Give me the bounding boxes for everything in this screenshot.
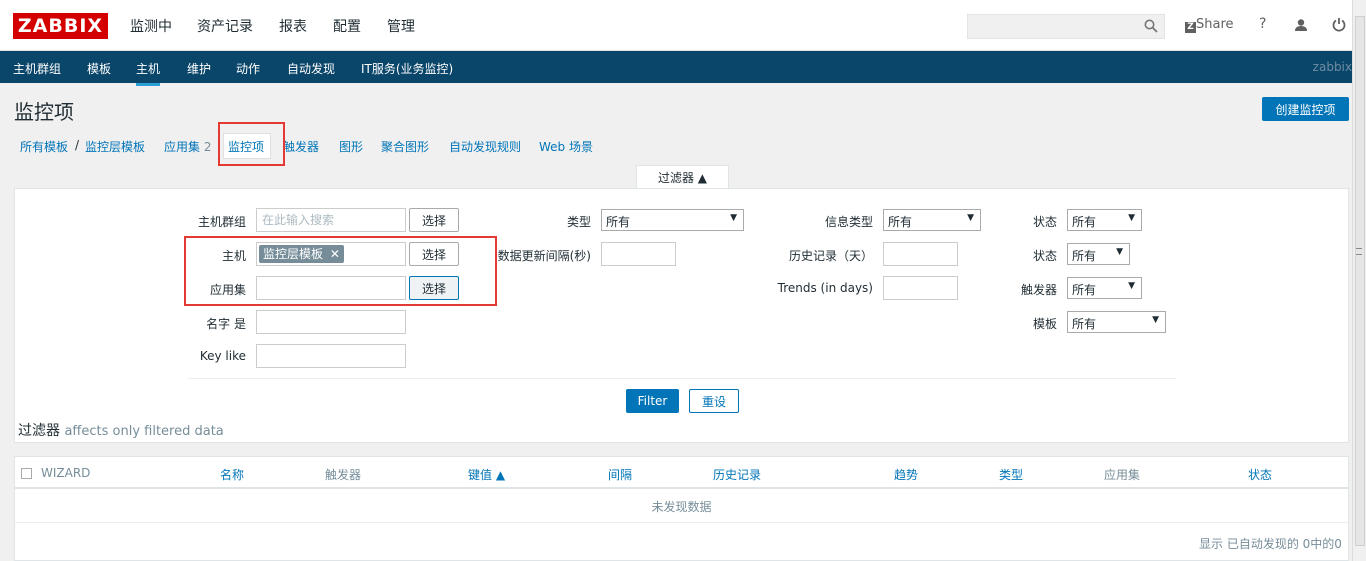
menu-monitoring[interactable]: 监测中 [130, 16, 172, 36]
column-key[interactable]: 键值 ▲ [468, 466, 505, 483]
breadcrumb-applications[interactable]: 应用集 2 [164, 138, 211, 155]
user-profile-icon[interactable] [1294, 18, 1308, 32]
interval-label: 数据更新间隔(秒) [497, 249, 591, 263]
column-status[interactable]: 状态 [1248, 466, 1272, 483]
subnav-maintenance[interactable]: 维护 [187, 60, 211, 77]
share-icon: Z [1185, 22, 1196, 33]
type-label: 类型 [566, 215, 591, 229]
items-table: WIZARD 名称 触发器 键值 ▲ 间隔 历史记录 趋势 类型 应用集 状态 … [14, 456, 1349, 561]
help-icon[interactable]: ? [1259, 16, 1266, 32]
breadcrumb-discovery-rules[interactable]: 自动发现规则 [449, 138, 521, 155]
trends-input[interactable] [883, 276, 958, 300]
breadcrumb-triggers[interactable]: 触发器 [283, 138, 319, 155]
paging-info: 显示 已自动发现的 0中的0 [1199, 537, 1342, 551]
column-history[interactable]: 历史记录 [713, 466, 761, 483]
scrollbar-grip-icon [1356, 248, 1362, 255]
host-group-label: 主机群组 [197, 215, 246, 229]
zabbix-logo[interactable]: ZABBIX [13, 13, 108, 39]
template-select[interactable]: 所有 ▼ [1067, 311, 1166, 333]
highlight-box-items-tab [218, 122, 285, 166]
column-type[interactable]: 类型 [999, 466, 1023, 483]
apply-filter-button[interactable]: Filter [626, 389, 679, 413]
state-label: 状态 [1032, 249, 1057, 263]
name-label: 名字 是 [206, 317, 246, 331]
column-wizard: WIZARD [41, 466, 91, 480]
subnav-server-name: zabbix [1312, 60, 1352, 74]
key-label: Key like [199, 349, 246, 363]
state-select[interactable]: 所有 ▼ [1067, 243, 1130, 265]
no-data-message: 未发现数据 [15, 491, 1348, 523]
history-input[interactable] [883, 242, 958, 266]
logout-icon[interactable] [1332, 17, 1346, 32]
info-type-label: 信息类型 [824, 215, 873, 229]
sub-navigation: 主机群组 模板 主机 维护 动作 自动发现 IT服务(业务监控) zabbix [0, 51, 1352, 86]
chevron-down-icon: ▼ [730, 213, 737, 223]
filter-note: 过滤器 affects only filtered data [18, 423, 224, 439]
subnav-templates[interactable]: 模板 [87, 60, 111, 77]
page-scrollbar[interactable] [1352, 0, 1366, 561]
subnav-hosts[interactable]: 主机 [136, 60, 161, 86]
triggers-select[interactable]: 所有 ▼ [1067, 277, 1142, 299]
share-link[interactable]: Z Share [1185, 17, 1234, 33]
subnav-actions[interactable]: 动作 [236, 60, 260, 77]
column-interval[interactable]: 间隔 [608, 466, 632, 483]
type-select[interactable]: 所有 ▼ [601, 209, 744, 231]
create-item-button[interactable]: 创建监控项 [1262, 97, 1349, 121]
column-applications: 应用集 [1104, 468, 1141, 482]
interval-input[interactable] [601, 242, 676, 266]
breadcrumb-graphs[interactable]: 图形 [339, 138, 363, 155]
page-title: 监控项 [14, 100, 74, 124]
chevron-down-icon: ▼ [1152, 315, 1159, 325]
chevron-down-icon: ▼ [967, 213, 974, 223]
top-header: ZABBIX 监测中 资产记录 报表 配置 管理 Z Share ? [0, 0, 1352, 51]
subnav-discovery[interactable]: 自动发现 [287, 60, 335, 77]
history-label: 历史记录（天） [788, 249, 873, 263]
filter-divider [188, 378, 1176, 379]
status-label: 状态 [1032, 215, 1057, 229]
column-name[interactable]: 名称 [220, 466, 244, 483]
info-type-select[interactable]: 所有 ▼ [883, 209, 981, 231]
chevron-down-icon: ▼ [1128, 281, 1135, 291]
breadcrumb-screens[interactable]: 聚合图形 [381, 138, 429, 155]
filter-toggle-tab[interactable]: 过滤器 ▲ [636, 165, 729, 189]
breadcrumb-all-templates[interactable]: 所有模板 [20, 138, 68, 155]
template-label: 模板 [1032, 317, 1057, 331]
menu-inventory[interactable]: 资产记录 [197, 16, 253, 36]
breadcrumb-web-scenarios[interactable]: Web 场景 [539, 138, 593, 155]
name-input[interactable] [256, 310, 406, 334]
subnav-host-groups[interactable]: 主机群组 [13, 60, 61, 77]
menu-reports[interactable]: 报表 [279, 16, 307, 36]
breadcrumb-separator: / [75, 138, 80, 152]
triggers-label: 触发器 [1020, 283, 1057, 297]
menu-configuration[interactable]: 配置 [333, 16, 361, 36]
select-all-checkbox[interactable] [21, 468, 32, 479]
trends-label: Trends (in days) [777, 281, 873, 295]
scrollbar-thumb[interactable] [1355, 16, 1365, 546]
reset-filter-button[interactable]: 重设 [689, 389, 739, 413]
global-search-input[interactable] [967, 14, 1165, 39]
table-header: WIZARD 名称 触发器 键值 ▲ 间隔 历史记录 趋势 类型 应用集 状态 [15, 457, 1348, 489]
subnav-it-services[interactable]: IT服务(业务监控) [361, 60, 453, 77]
applications-count: 2 [203, 140, 212, 154]
chevron-down-icon: ▼ [1128, 213, 1135, 223]
column-trends[interactable]: 趋势 [894, 466, 918, 483]
host-group-input[interactable] [256, 208, 406, 232]
key-input[interactable] [256, 344, 406, 368]
status-select[interactable]: 所有 ▼ [1067, 209, 1142, 231]
chevron-down-icon: ▼ [1116, 247, 1123, 257]
host-group-select-button[interactable]: 选择 [409, 208, 459, 232]
search-icon[interactable] [1144, 19, 1158, 33]
column-triggers: 触发器 [325, 468, 362, 482]
menu-administration[interactable]: 管理 [387, 16, 415, 36]
highlight-box-host-app [184, 236, 497, 306]
breadcrumb-template[interactable]: 监控层模板 [85, 138, 145, 155]
